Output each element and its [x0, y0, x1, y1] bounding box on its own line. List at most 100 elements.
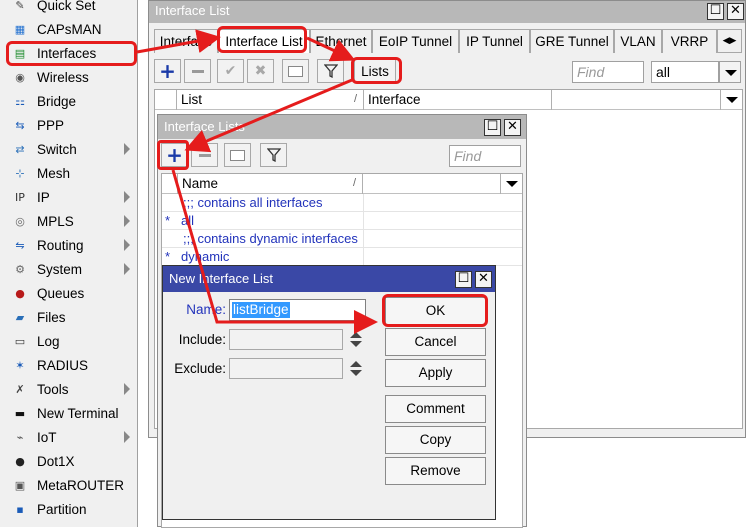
- sidebar-item-switch[interactable]: ⇄ Switch: [0, 137, 138, 161]
- remove-button[interactable]: [184, 59, 211, 83]
- row-comment: ;;; contains all interfaces: [183, 195, 323, 210]
- sidebar-item-queues[interactable]: ● Queues: [0, 281, 138, 305]
- apply-button[interactable]: Apply: [385, 359, 486, 387]
- sidebar-item-label: Mesh: [37, 165, 71, 181]
- sidebar-item-radius[interactable]: ✶ RADIUS: [0, 353, 138, 377]
- row-name: dynamic: [181, 249, 230, 264]
- comment-icon: [230, 149, 245, 161]
- tab-interface[interactable]: Interface: [154, 29, 218, 53]
- lists-table-header: Name /: [162, 174, 522, 194]
- sidebar-item-routing[interactable]: ⇋ Routing: [0, 233, 138, 257]
- sidebar-item-partition[interactable]: ▪ Partition: [0, 497, 138, 521]
- sidebar-item-mpls[interactable]: ◎ MPLS: [0, 209, 138, 233]
- column-interface[interactable]: Interface: [364, 90, 552, 110]
- lists-button[interactable]: Lists: [354, 59, 396, 83]
- switch-icon: ⇄: [15, 142, 25, 156]
- sidebar-item-label: System: [37, 261, 83, 277]
- exclude-field[interactable]: [229, 358, 343, 379]
- sidebar-item-metarouter[interactable]: ▣ MetaROUTER: [0, 473, 138, 497]
- new-dialog-close-button[interactable]: ✕: [475, 271, 492, 288]
- sidebar-item-iot[interactable]: ⌁ IoT: [0, 425, 138, 449]
- lists-filter-button[interactable]: [260, 143, 287, 167]
- add-button[interactable]: +: [154, 59, 181, 83]
- tabs-scroll[interactable]: ◀▶: [717, 29, 742, 53]
- minus-icon: [198, 153, 211, 157]
- lists-find-input[interactable]: Find: [449, 145, 521, 167]
- remove-button[interactable]: Remove: [385, 457, 486, 485]
- arrow-down-icon: [350, 341, 362, 347]
- tab-interface-list[interactable]: Interface List: [218, 29, 310, 53]
- sidebar-item-capsman[interactable]: ▦ CAPsMAN: [0, 17, 138, 41]
- filter-select[interactable]: all: [651, 61, 719, 83]
- sidebar-item-log[interactable]: ▭ Log: [0, 329, 138, 353]
- new-dialog-maximize-button[interactable]: ☐: [455, 271, 472, 288]
- column-divider: [363, 230, 364, 248]
- interfaces-icon: ▤: [14, 46, 26, 60]
- filter-button[interactable]: [317, 59, 344, 83]
- maximize-button[interactable]: ☐: [707, 3, 724, 20]
- lists-add-button[interactable]: +: [161, 143, 188, 167]
- sidebar-item-tools[interactable]: ✗ Tools: [0, 377, 138, 401]
- tab-vlan[interactable]: VLAN: [614, 29, 662, 53]
- lists-column-menu-button[interactable]: [500, 174, 522, 194]
- sidebar-item-system[interactable]: ⚙ System: [0, 257, 138, 281]
- arrow-up-icon: [350, 361, 362, 367]
- sidebar-item-label: MetaROUTER: [37, 477, 125, 493]
- include-label: Include:: [178, 332, 226, 347]
- interface-lists-title-bar[interactable]: Interface Lists: [158, 115, 526, 139]
- submenu-arrow-icon: [124, 191, 130, 203]
- name-input[interactable]: listBridge: [229, 299, 366, 321]
- tab-vrrp[interactable]: VRRP: [662, 29, 717, 53]
- column-menu-button[interactable]: [720, 90, 742, 110]
- find-input[interactable]: Find: [572, 61, 644, 83]
- ip-icon: IP: [15, 190, 25, 204]
- terminal-icon: ▬: [14, 406, 26, 420]
- include-field[interactable]: [229, 329, 343, 350]
- tab-eoip-tunnel[interactable]: EoIP Tunnel: [372, 29, 459, 53]
- tab-ethernet[interactable]: Ethernet: [310, 29, 372, 53]
- submenu-arrow-icon: [124, 239, 130, 251]
- filter-dropdown-button[interactable]: [719, 61, 741, 83]
- submenu-arrow-icon: [124, 143, 130, 155]
- copy-button[interactable]: Copy: [385, 426, 486, 454]
- new-dialog-title-bar[interactable]: New Interface List: [163, 266, 495, 292]
- sidebar-item-wireless[interactable]: ◉ Wireless: [0, 65, 138, 89]
- cancel-button[interactable]: Cancel: [385, 328, 486, 356]
- sidebar-item-quick-set[interactable]: ✎ Quick Set: [0, 0, 138, 17]
- table-row[interactable]: * dynamic: [162, 248, 522, 266]
- sidebar-item-label: Wireless: [37, 69, 89, 85]
- lists-maximize-button[interactable]: ☐: [484, 119, 501, 136]
- sidebar-item-files[interactable]: ▰ Files: [0, 305, 138, 329]
- arrow-down-icon: [350, 370, 362, 376]
- sidebar-item-mesh[interactable]: ⊹ Mesh: [0, 161, 138, 185]
- table-row[interactable]: * all: [162, 212, 522, 230]
- column-name[interactable]: Name /: [178, 174, 363, 194]
- comment-row[interactable]: ;;; contains dynamic interfaces: [162, 230, 522, 248]
- column-list[interactable]: List /: [177, 90, 364, 110]
- enable-button[interactable]: ✔: [217, 59, 244, 83]
- sidebar-item-ppp[interactable]: ⇆ PPP: [0, 113, 138, 137]
- lists-remove-button[interactable]: [191, 143, 218, 167]
- include-spin-button[interactable]: [350, 330, 362, 350]
- comment-button[interactable]: [282, 59, 309, 83]
- sidebar-item-dot1x[interactable]: ● Dot1X: [0, 449, 138, 473]
- sidebar-item-ip[interactable]: IP IP: [0, 185, 138, 209]
- interface-list-title-bar[interactable]: Interface List: [149, 1, 745, 23]
- sidebar-item-label: Quick Set: [37, 0, 96, 13]
- tab-ip-tunnel[interactable]: IP Tunnel: [459, 29, 530, 53]
- comment-row[interactable]: ;;; contains all interfaces: [162, 194, 522, 212]
- comment-button[interactable]: Comment: [385, 395, 486, 423]
- sidebar-item-new-terminal[interactable]: ▬ New Terminal: [0, 401, 138, 425]
- exclude-spin-button[interactable]: [350, 359, 362, 379]
- ok-button[interactable]: OK: [385, 297, 486, 325]
- lists-comment-button[interactable]: [224, 143, 251, 167]
- disable-button[interactable]: ✖: [247, 59, 274, 83]
- sidebar-item-bridge[interactable]: ⚏ Bridge: [0, 89, 138, 113]
- row-name: all: [181, 213, 195, 228]
- lists-close-button[interactable]: ✕: [504, 119, 521, 136]
- tab-gre-tunnel[interactable]: GRE Tunnel: [530, 29, 614, 53]
- close-button[interactable]: ✕: [727, 3, 744, 20]
- interface-list-title: Interface List: [155, 3, 230, 18]
- sidebar-item-interfaces[interactable]: ▤ Interfaces: [0, 41, 138, 65]
- sidebar-menu: ✎ Quick Set ▦ CAPsMAN ▤ Interfaces ◉ Wireless ⚏ B…: [0, 0, 138, 527]
